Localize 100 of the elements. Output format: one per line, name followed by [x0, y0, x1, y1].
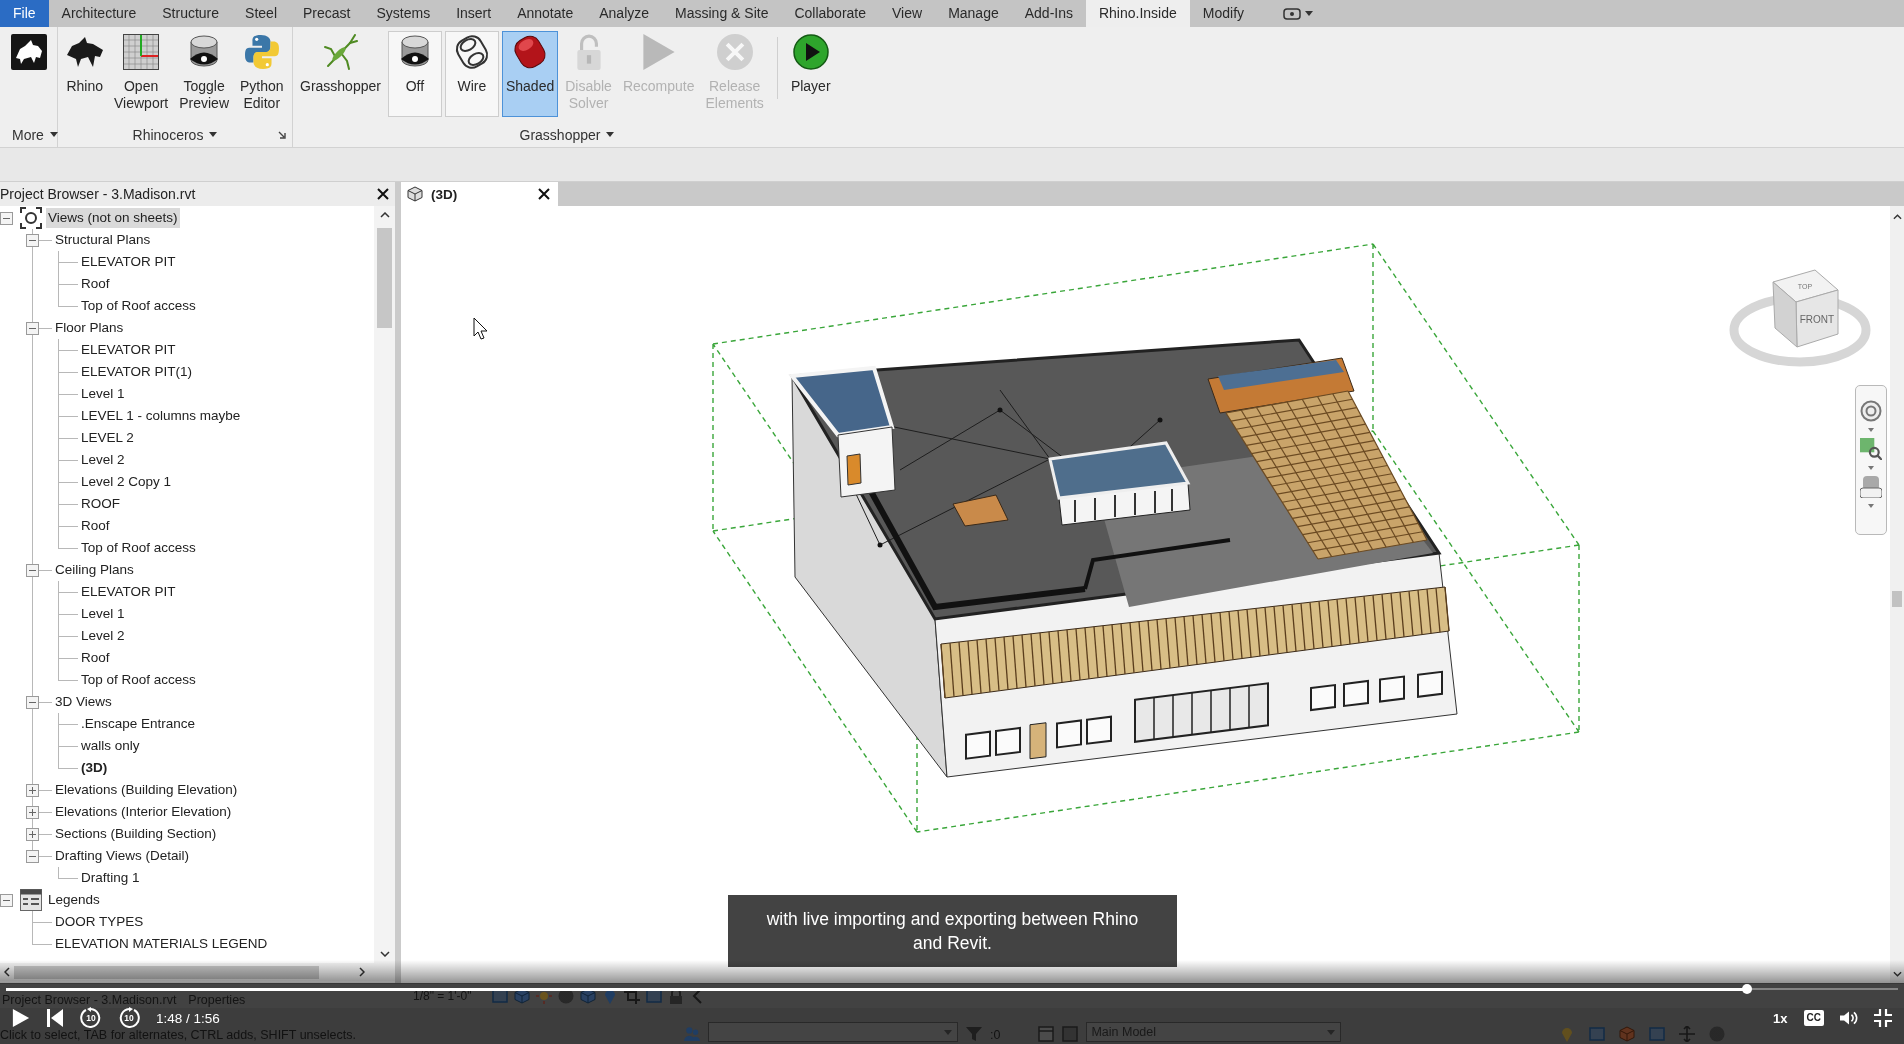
panel-title[interactable]: Grasshopper — [519, 126, 601, 143]
rewind-button[interactable]: 10 — [80, 1007, 102, 1029]
playback-speed-button[interactable]: 1x — [1773, 1010, 1788, 1026]
ribbon-button[interactable]: Python Editor — [236, 31, 288, 117]
ribbon-tab[interactable]: Steel — [232, 0, 290, 27]
close-icon[interactable] — [377, 188, 389, 200]
tree-item[interactable]: LEVEL 2 — [79, 428, 136, 448]
scrollbar-thumb[interactable] — [14, 965, 319, 979]
tree-item[interactable]: Roof — [79, 648, 112, 668]
launcher-arrow-icon[interactable] — [278, 130, 286, 139]
tree-item[interactable]: Drafting Views (Detail) — [53, 846, 192, 866]
ribbon-button[interactable]: Rhino — [62, 31, 107, 117]
collapse-icon[interactable] — [0, 893, 13, 907]
tree-connector-line — [58, 713, 78, 735]
tree-item[interactable]: (3D) — [79, 758, 110, 778]
ribbon-tab[interactable]: Massing & Site — [662, 0, 782, 27]
tree-item[interactable]: Drafting 1 — [79, 868, 142, 888]
expand-icon[interactable] — [26, 783, 39, 797]
tree-item[interactable]: ELEVATOR PIT — [79, 340, 178, 360]
document-tab[interactable]: (3D) — [401, 182, 558, 206]
close-icon[interactable] — [538, 188, 550, 200]
scrollbar-thumb[interactable] — [1892, 591, 1902, 607]
ribbon-tab[interactable]: Structure — [149, 0, 233, 27]
expand-icon[interactable] — [26, 805, 39, 819]
ribbon-tab[interactable]: Systems — [363, 0, 444, 27]
tree-connector-line — [58, 625, 78, 647]
display-mode-toggle[interactable]: Shaded — [501, 31, 559, 117]
window-icon[interactable] — [1283, 7, 1302, 20]
collapse-icon[interactable] — [26, 321, 39, 335]
tree-item[interactable]: Ceiling Plans — [53, 560, 136, 580]
tree-item[interactable]: ELEVATOR PIT(1) — [79, 362, 195, 382]
tree-item[interactable]: Elevations (Interior Elevation) — [53, 802, 234, 822]
ribbon-tab[interactable]: Annotate — [504, 0, 587, 27]
display-mode-toggle[interactable]: Off — [387, 31, 442, 117]
collapse-icon[interactable] — [26, 849, 39, 863]
collapse-icon[interactable] — [26, 233, 39, 247]
caret-icon[interactable] — [1305, 11, 1314, 16]
expand-icon[interactable] — [26, 827, 39, 841]
scrollbar-thumb[interactable] — [377, 228, 392, 328]
collapse-icon[interactable] — [0, 211, 13, 225]
tree-item[interactable]: ROOF — [79, 494, 122, 514]
ribbon-tab[interactable]: Manage — [935, 0, 1012, 27]
ribbon-button[interactable]: Open Viewport — [110, 31, 173, 117]
ribbon-tab[interactable]: Add-Ins — [1011, 0, 1086, 27]
ribbon-tab[interactable]: Modify — [1189, 0, 1258, 27]
building-model-drawing[interactable] — [788, 338, 1458, 778]
tree-item[interactable]: Level 2 — [79, 450, 127, 470]
tree-item[interactable]: Sections (Building Section) — [53, 824, 219, 844]
tree-item[interactable]: Roof — [79, 516, 112, 536]
tree-item[interactable]: 3D Views — [53, 692, 114, 712]
panel-title[interactable]: More — [12, 126, 44, 143]
display-mode-toggle[interactable]: Wire — [444, 31, 499, 117]
ribbon-tab[interactable]: Architecture — [48, 0, 150, 27]
tree-item[interactable]: Level 2 — [79, 626, 127, 646]
playback-time: 1:48 / 1:56 — [156, 1010, 220, 1026]
collapse-icon[interactable] — [26, 695, 39, 709]
tree-item[interactable]: Views (not on sheets) — [46, 208, 180, 228]
ribbon-tab[interactable]: Analyze — [586, 0, 663, 27]
captions-button[interactable]: CC — [1803, 1010, 1824, 1026]
panel-title[interactable]: Rhinoceros — [132, 126, 204, 143]
tree-item[interactable]: Level 2 Copy 1 — [79, 472, 174, 492]
tree-item[interactable]: Level 1 — [79, 384, 127, 404]
tree-item[interactable]: Top of Roof access — [79, 670, 198, 690]
dropdown-field[interactable] — [708, 1022, 958, 1042]
progress-handle[interactable] — [1741, 984, 1752, 994]
tree-item[interactable]: Legends — [46, 890, 102, 910]
forward-button[interactable]: 10 — [118, 1007, 140, 1029]
collapse-icon[interactable] — [26, 563, 39, 577]
ribbon-button[interactable]: Player — [786, 31, 835, 117]
ring-icon[interactable] — [1860, 400, 1882, 422]
ribbon-tab[interactable]: Precast — [290, 0, 364, 27]
skip-back-icon[interactable] — [46, 1009, 64, 1027]
ribbon-tab[interactable]: Insert — [443, 0, 505, 27]
ribbon-tab[interactable]: File — [0, 0, 49, 27]
knob-icon[interactable] — [1860, 476, 1882, 498]
volume-icon[interactable] — [1840, 1009, 1858, 1027]
exit-fullscreen-icon[interactable] — [1874, 1009, 1892, 1027]
ribbon-tab[interactable]: Collaborate — [781, 0, 880, 27]
tree-item[interactable]: Top of Roof access — [79, 296, 198, 316]
caret-icon[interactable] — [209, 132, 218, 137]
ribbon-button[interactable]: Toggle Preview — [175, 31, 233, 117]
ribbon-tab[interactable]: Rhino.Inside — [1085, 0, 1190, 27]
tree-item[interactable]: walls only — [79, 736, 142, 756]
tree-item[interactable]: Elevations (Building Elevation) — [53, 780, 240, 800]
tree-item[interactable]: Structural Plans — [53, 230, 153, 250]
tree-item[interactable]: ELEVATOR PIT — [79, 252, 178, 272]
ribbon-button[interactable]: Grasshopper — [296, 31, 385, 117]
tree-item[interactable]: .Enscape Entrance — [79, 714, 198, 734]
tree-item[interactable]: ELEVATION MATERIALS LEGEND — [53, 934, 270, 954]
zoom-icon[interactable] — [1860, 438, 1882, 460]
tree-item[interactable]: LEVEL 1 - columns maybe — [79, 406, 243, 426]
tree-item[interactable]: Roof — [79, 274, 112, 294]
tree-item[interactable]: ELEVATOR PIT — [79, 582, 178, 602]
ribbon-tab[interactable]: View — [879, 0, 936, 27]
tree-item[interactable]: Top of Roof access — [79, 538, 198, 558]
caret-icon[interactable] — [606, 132, 615, 137]
tree-item[interactable]: Floor Plans — [53, 318, 126, 338]
caret-icon[interactable] — [49, 132, 58, 137]
tree-item[interactable]: DOOR TYPES — [53, 912, 146, 932]
tree-item[interactable]: Level 1 — [79, 604, 127, 624]
